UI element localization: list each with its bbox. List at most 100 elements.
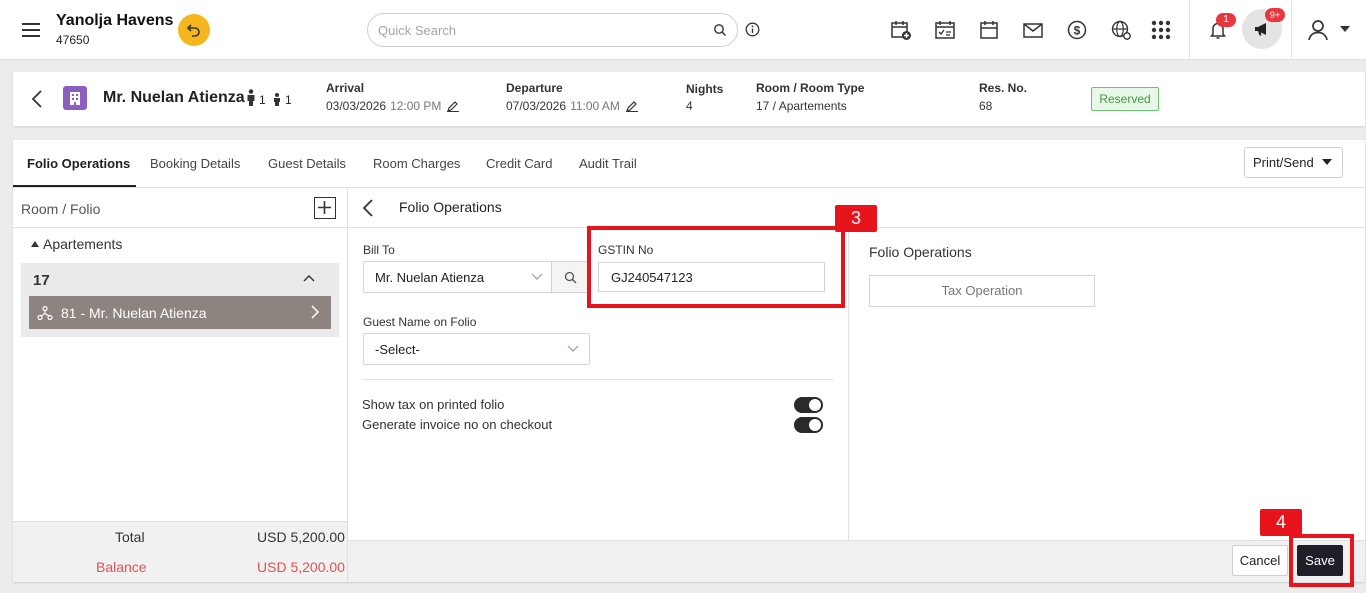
step-4-tag: 4 — [1260, 509, 1302, 536]
tab-room-charges[interactable]: Room Charges — [373, 156, 460, 171]
chevron-down-icon — [567, 345, 579, 353]
step-4-highlight — [1289, 534, 1354, 587]
globe-settings-icon[interactable] — [1110, 19, 1132, 41]
room-folio-title: Room / Folio — [21, 201, 101, 217]
undo-back-icon[interactable] — [178, 14, 210, 46]
info-icon[interactable] — [745, 22, 760, 37]
res-no-label: Res. No. — [979, 81, 1028, 95]
building-icon — [63, 86, 87, 110]
generate-invoice-label: Generate invoice no on checkout — [362, 417, 553, 432]
pane-divider — [848, 228, 849, 540]
guest-name: Mr. Nuelan Atienza — [103, 89, 245, 106]
child-count-value: 1 — [285, 93, 292, 107]
pane-divider — [347, 188, 348, 582]
hotel-name: Yanolja Havens — [56, 12, 174, 29]
tab-credit-card[interactable]: Credit Card — [486, 156, 552, 171]
folio-operations-heading: Folio Operations — [869, 244, 972, 260]
hamburger-menu-icon[interactable] — [20, 19, 42, 41]
main-panel — [13, 140, 1365, 582]
user-profile-icon[interactable] — [1306, 18, 1330, 42]
arrival-date: 03/03/2026 — [326, 99, 387, 113]
search-icon[interactable] — [551, 261, 590, 293]
hotel-code: 47650 — [56, 33, 90, 47]
tab-audit-trail[interactable]: Audit Trail — [579, 156, 637, 171]
topbar-divider — [1291, 0, 1292, 60]
departure-value: 07/03/2026 11:00 AM — [506, 99, 638, 113]
adult-icon — [247, 89, 255, 106]
announcement-badge: 9+ — [1265, 8, 1285, 22]
total-value: USD 5,200.00 — [257, 529, 345, 545]
print-send-button[interactable]: Print/Send — [1244, 147, 1343, 178]
nights-value: 4 — [686, 99, 693, 113]
bill-to-label: Bill To — [363, 243, 395, 257]
guest-name-on-folio-select[interactable]: -Select- — [363, 333, 590, 365]
tax-operation-button[interactable]: Tax Operation — [869, 275, 1095, 307]
res-no-value: 68 — [979, 99, 993, 113]
edit-pencil-icon[interactable] — [447, 100, 460, 112]
status-badge: Reserved — [1091, 87, 1159, 111]
total-label: Total — [115, 529, 145, 545]
add-folio-icon[interactable] — [314, 197, 336, 219]
nights-label: Nights — [686, 82, 724, 96]
quick-search-input[interactable] — [378, 21, 698, 39]
calendar-icon[interactable] — [978, 19, 1000, 41]
arrival-time: 12:00 PM — [390, 99, 442, 113]
svg-text:$: $ — [1074, 24, 1081, 38]
toggle-knob — [809, 419, 821, 431]
quick-search-box — [367, 13, 738, 47]
back-arrow-icon[interactable] — [362, 199, 374, 217]
divider — [13, 227, 347, 228]
child-icon — [274, 93, 280, 106]
currency-dollar-icon[interactable]: $ — [1066, 19, 1088, 41]
mail-icon[interactable] — [1022, 19, 1044, 41]
generate-invoice-toggle[interactable] — [794, 417, 823, 433]
calendar-check-icon[interactable] — [934, 19, 956, 41]
caret-down-icon[interactable] — [1340, 26, 1350, 33]
edit-pencil-icon[interactable] — [625, 100, 638, 112]
tab-booking-details[interactable]: Booking Details — [150, 156, 240, 171]
departure-time: 11:00 AM — [570, 99, 620, 113]
show-tax-toggle[interactable] — [794, 397, 823, 413]
caret-up-icon — [31, 241, 39, 247]
section-title: Folio Operations — [399, 199, 502, 215]
calendar-add-icon[interactable] — [890, 19, 912, 41]
room-number: 17 — [33, 272, 50, 289]
folio-label[interactable]: 81 - Mr. Nuelan Atienza — [61, 305, 207, 321]
action-bar — [348, 540, 1365, 582]
adult-count-value: 1 — [259, 93, 266, 107]
room-type-group-label: Apartements — [43, 236, 123, 252]
divider — [362, 379, 833, 380]
bill-to-value: Mr. Nuelan Atienza — [375, 270, 485, 285]
guest-name-on-folio-label: Guest Name on Folio — [363, 315, 477, 329]
room-type-group[interactable]: Apartements — [31, 236, 122, 252]
chevron-right-icon[interactable] — [311, 305, 320, 319]
tab-folio-operations[interactable]: Folio Operations — [27, 156, 130, 171]
back-arrow-icon[interactable] — [30, 90, 44, 108]
caret-down-icon — [1322, 159, 1332, 165]
departure-date: 07/03/2026 — [506, 99, 567, 113]
room-type-value: 17 / Apartements — [756, 99, 847, 113]
toggle-knob — [809, 399, 821, 411]
child-count: 1 — [272, 93, 292, 106]
topbar-divider — [1189, 0, 1190, 60]
chevron-up-icon[interactable] — [303, 274, 315, 282]
active-tab-indicator — [13, 185, 136, 187]
cancel-button[interactable]: Cancel — [1232, 545, 1288, 576]
search-icon[interactable] — [713, 23, 727, 37]
room-type-label: Room / Room Type — [756, 81, 865, 95]
apps-grid-icon[interactable] — [1150, 19, 1172, 41]
tab-guest-details[interactable]: Guest Details — [268, 156, 346, 171]
departure-label: Departure — [506, 81, 563, 95]
print-send-label: Print/Send — [1253, 155, 1314, 170]
balance-value: USD 5,200.00 — [257, 559, 345, 575]
bill-to-select[interactable]: Mr. Nuelan Atienza — [363, 261, 552, 293]
chevron-down-icon — [531, 273, 543, 281]
show-tax-label: Show tax on printed folio — [362, 397, 505, 412]
balance-label: Balance — [96, 559, 147, 575]
step-3-tag: 3 — [835, 205, 877, 232]
folio-tree-icon — [37, 305, 53, 321]
arrival-label: Arrival — [326, 81, 365, 95]
guest-name-on-folio-value: -Select- — [375, 342, 420, 357]
step-3-highlight — [587, 226, 845, 308]
notification-badge: 1 — [1216, 13, 1236, 27]
